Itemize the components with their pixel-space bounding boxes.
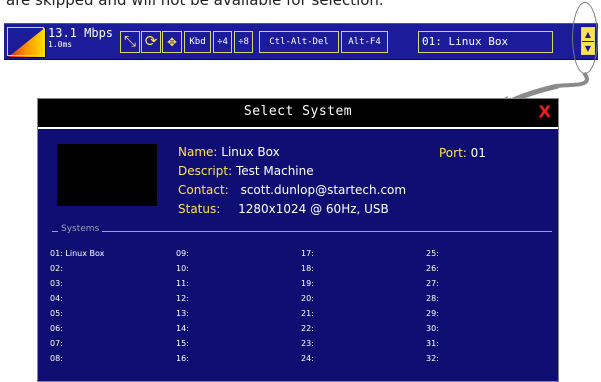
system-slot[interactable]: 13: xyxy=(176,309,189,318)
port-row: Port: 01 xyxy=(439,146,486,160)
status-value: 1280x1024 @ 60Hz, USB xyxy=(238,202,389,216)
system-slot[interactable]: 25: xyxy=(426,249,439,258)
system-slot[interactable]: 09: xyxy=(176,249,189,258)
info-name-row: Name: Linux Box xyxy=(178,145,280,159)
system-slot[interactable]: 31: xyxy=(426,339,439,348)
system-slot[interactable]: 26: xyxy=(426,264,439,273)
system-slot[interactable]: 32: xyxy=(426,354,439,363)
contact-label: Contact: xyxy=(178,183,229,197)
dialog-title-bar: Select System X xyxy=(38,99,558,127)
info-descript-row: Descript: Test Machine xyxy=(178,164,314,178)
system-slot[interactable]: 12: xyxy=(176,294,189,303)
contact-value: scott.dunlop@startech.com xyxy=(240,183,407,197)
system-slot[interactable]: 29: xyxy=(426,309,439,318)
system-slot[interactable]: 02: xyxy=(50,264,63,273)
system-slot[interactable]: 18: xyxy=(301,264,314,273)
dialog-title: Select System xyxy=(243,104,353,119)
system-slot[interactable]: 05: xyxy=(50,309,63,318)
system-slot[interactable]: 01: Linux Box xyxy=(50,249,104,258)
system-slot[interactable]: 15: xyxy=(176,339,189,348)
name-label: Name: xyxy=(178,145,218,159)
system-slot[interactable]: 20: xyxy=(301,294,314,303)
status-label: Status: xyxy=(178,202,221,216)
descript-label: Descript: xyxy=(178,164,233,178)
system-slot[interactable]: 11: xyxy=(176,279,189,288)
system-slot[interactable]: 06: xyxy=(50,324,63,333)
system-slot[interactable]: 08: xyxy=(50,354,63,363)
system-slot[interactable]: 14: xyxy=(176,324,189,333)
info-status-row: Status: 1280x1024 @ 60Hz, USB xyxy=(178,202,389,216)
port-label: Port: xyxy=(439,146,467,160)
title-divider xyxy=(38,127,558,129)
system-slot[interactable]: 28: xyxy=(426,294,439,303)
system-slot[interactable]: 22: xyxy=(301,324,314,333)
system-slot[interactable]: 21: xyxy=(301,309,314,318)
system-slot[interactable]: 03: xyxy=(50,279,63,288)
close-icon[interactable]: X xyxy=(539,102,551,121)
system-slot[interactable]: 19: xyxy=(301,279,314,288)
descript-value: Test Machine xyxy=(235,164,314,178)
info-contact-row: Contact: scott.dunlop@startech.com xyxy=(178,183,406,197)
system-slot[interactable]: 23: xyxy=(301,339,314,348)
system-slot[interactable]: 27: xyxy=(426,279,439,288)
name-value: Linux Box xyxy=(221,145,280,159)
system-slot[interactable]: 07: xyxy=(50,339,63,348)
systems-divider xyxy=(52,231,552,232)
port-value: 01 xyxy=(470,146,486,160)
system-slot[interactable]: 24: xyxy=(301,354,314,363)
system-slot[interactable]: 16: xyxy=(176,354,189,363)
systems-label: Systems xyxy=(58,224,103,234)
system-slot[interactable]: 04: xyxy=(50,294,63,303)
system-preview xyxy=(57,144,157,206)
system-slot[interactable]: 30: xyxy=(426,324,439,333)
system-slot[interactable]: 17: xyxy=(301,249,314,258)
system-slot[interactable]: 10: xyxy=(176,264,189,273)
select-system-dialog: Select System X Name: Linux Box Descript… xyxy=(37,98,559,382)
